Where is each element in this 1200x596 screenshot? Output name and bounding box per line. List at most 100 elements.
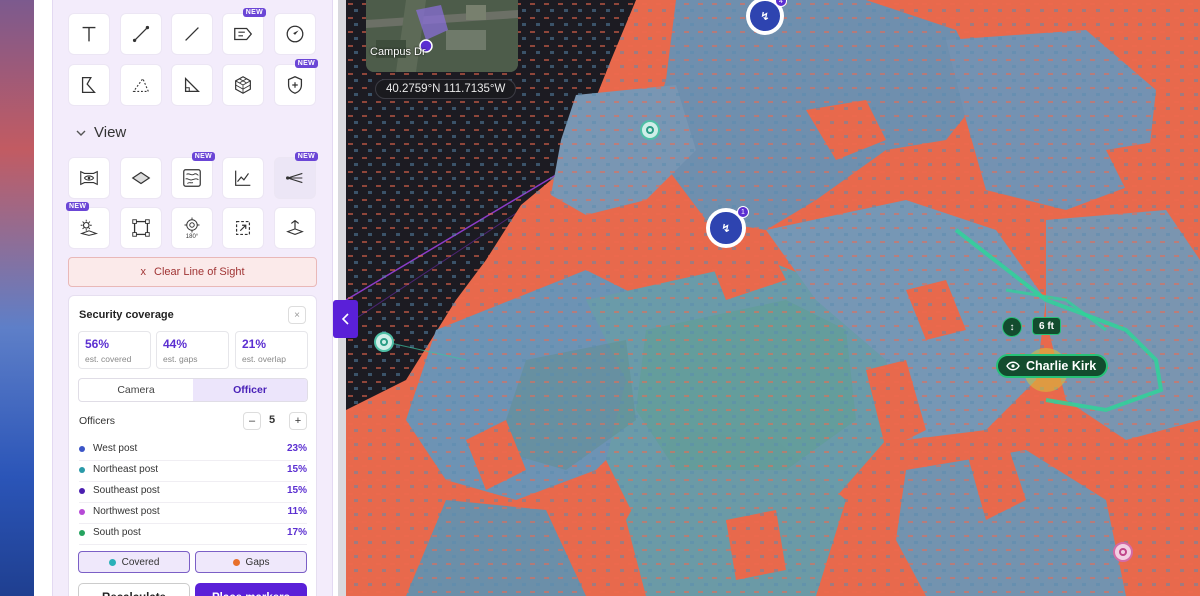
- officer-marker[interactable]: ↯ 1: [706, 206, 749, 248]
- stat-value: 56%: [85, 337, 110, 351]
- cube-grid-icon: [235, 76, 251, 94]
- post-row[interactable]: West post 23%: [79, 440, 307, 461]
- expand-view-button[interactable]: [222, 207, 264, 249]
- clear-line-of-sight-label: Clear Line of Sight: [154, 266, 245, 278]
- post-name: Southeast post: [93, 485, 160, 496]
- covered-label: Covered: [121, 556, 160, 568]
- rotate-360-view-button[interactable]: 180°: [171, 207, 213, 249]
- cube-tool-button[interactable]: [222, 64, 264, 106]
- officers-count: 5: [269, 414, 276, 426]
- polygon-icon: [81, 77, 96, 93]
- recalculate-button[interactable]: Recalculate: [78, 583, 190, 596]
- post-color-dot: [79, 446, 85, 452]
- height-label: 6 ft: [1032, 317, 1061, 335]
- person-name-tag[interactable]: Charlie Kirk: [996, 354, 1109, 378]
- diagonal-line-tool-button[interactable]: [171, 13, 213, 55]
- eye-icon: [1006, 361, 1020, 371]
- polygon-tool-button[interactable]: [68, 64, 110, 106]
- officers-increment-button[interactable]: +: [289, 412, 307, 430]
- gaps-label: Gaps: [245, 556, 270, 568]
- eye-view-button[interactable]: [68, 157, 110, 199]
- sightline-icon: [286, 172, 303, 184]
- stat-covered: 56% est. covered: [78, 331, 151, 369]
- post-color-dot: [79, 530, 85, 536]
- light-source-icon: [79, 219, 99, 236]
- new-badge: NEW: [66, 202, 90, 211]
- post-name: Northwest post: [93, 506, 160, 517]
- new-badge: NEW: [294, 59, 318, 68]
- new-badge: NEW: [294, 152, 318, 161]
- line-tool-button[interactable]: [120, 13, 162, 55]
- map-viewport[interactable]: Campus Dr 40.2759°N 111.7135°W ↯ 4 ↯ 1 ↕…: [346, 0, 1200, 596]
- shield-tool-button[interactable]: NEW: [274, 59, 318, 106]
- covered-legend-button[interactable]: Covered: [78, 551, 190, 573]
- tab-officer[interactable]: Officer: [193, 379, 307, 401]
- light-view-button[interactable]: NEW: [66, 202, 110, 249]
- tripod-icon: [286, 219, 304, 236]
- rotate-degree-label: 180°: [185, 234, 199, 240]
- post-name: Northeast post: [93, 464, 159, 475]
- line-endpoints-icon: [132, 25, 150, 43]
- post-percent: 15%: [286, 485, 307, 496]
- stat-value: 21%: [242, 337, 267, 351]
- coverage-close-button[interactable]: ×: [288, 306, 306, 324]
- chevron-left-icon: [341, 313, 349, 325]
- collapse-panel-button[interactable]: [333, 300, 358, 338]
- post-percent: 23%: [286, 443, 307, 454]
- officer-icon: ↯: [710, 212, 742, 244]
- covered-dot: [108, 558, 116, 566]
- target-icon: [646, 126, 654, 134]
- right-triangle-tool-button[interactable]: [171, 64, 213, 106]
- view-section-toggle[interactable]: View: [76, 124, 126, 141]
- target-icon: [1119, 548, 1127, 556]
- chevron-down-icon: [76, 130, 86, 136]
- line-icon: [185, 27, 199, 41]
- stat-value: 44%: [163, 337, 188, 351]
- layer-view-button[interactable]: [120, 157, 162, 199]
- clear-line-of-sight-button[interactable]: x Clear Line of Sight: [68, 257, 317, 287]
- post-row[interactable]: Southeast post 15%: [79, 482, 307, 503]
- tab-camera[interactable]: Camera: [79, 379, 193, 401]
- post-percent: 15%: [286, 464, 307, 475]
- gaps-legend-button[interactable]: Gaps: [195, 551, 307, 573]
- post-row[interactable]: Northeast post 15%: [79, 461, 307, 482]
- map-view-button[interactable]: NEW: [171, 152, 215, 199]
- triangle-tool-button[interactable]: [120, 64, 162, 106]
- new-badge: NEW: [242, 8, 266, 17]
- stat-label: est. gaps: [163, 354, 198, 364]
- minimap[interactable]: Campus Dr: [366, 0, 518, 72]
- navigate-tool-button[interactable]: [274, 13, 316, 55]
- target-marker[interactable]: [374, 332, 394, 352]
- officer-marker-number: 1: [737, 206, 749, 218]
- panel-divider: [338, 0, 346, 596]
- frame-icon: [132, 219, 150, 237]
- label-tool-button[interactable]: NEW: [222, 8, 266, 55]
- compass-icon: [286, 25, 304, 43]
- frame-view-button[interactable]: [120, 207, 162, 249]
- coverage-type-toggle: Camera Officer: [78, 378, 308, 402]
- place-markers-button[interactable]: Place markers: [195, 583, 307, 596]
- officers-decrement-button[interactable]: –: [243, 412, 261, 430]
- stat-label: est. covered: [85, 354, 132, 364]
- text-icon: [82, 26, 96, 42]
- post-color-dot: [79, 488, 85, 494]
- text-tool-button[interactable]: [68, 13, 110, 55]
- shield-plus-icon: [287, 76, 303, 94]
- post-row[interactable]: South post 17%: [79, 524, 307, 545]
- minimap-street-label: Campus Dr: [370, 46, 426, 58]
- triangle-dashed-icon: [132, 77, 150, 92]
- chart-view-button[interactable]: [222, 157, 264, 199]
- post-name: West post: [93, 443, 138, 454]
- height-adjust-icon[interactable]: ↕: [1002, 317, 1022, 337]
- eye-frame-icon: [80, 170, 98, 186]
- new-badge: NEW: [191, 152, 215, 161]
- officers-label: Officers: [79, 415, 115, 427]
- rotate-icon: [184, 217, 200, 233]
- target-marker[interactable]: [640, 120, 660, 140]
- tripod-view-button[interactable]: [274, 207, 316, 249]
- post-row[interactable]: Northwest post 11%: [79, 503, 307, 524]
- target-marker[interactable]: [1113, 542, 1133, 562]
- right-triangle-icon: [184, 77, 200, 93]
- gaps-dot: [232, 558, 240, 566]
- sightline-view-button[interactable]: NEW: [274, 152, 318, 199]
